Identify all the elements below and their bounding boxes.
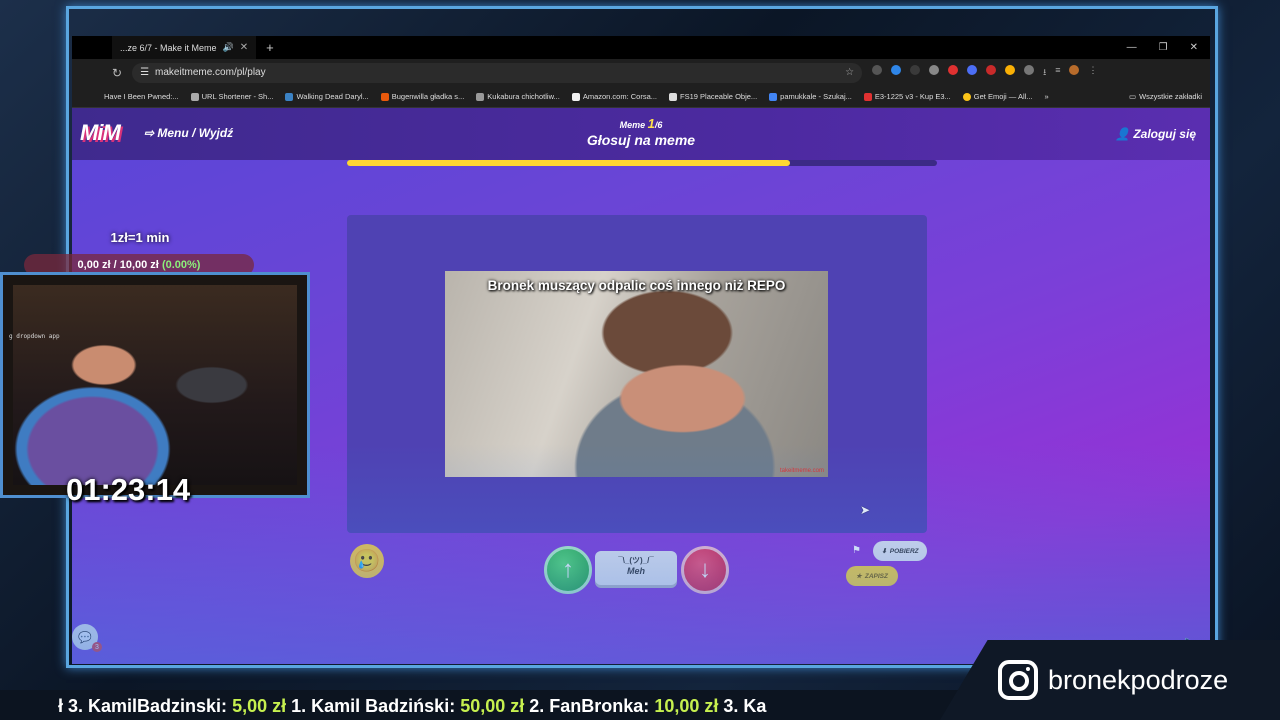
reload-icon[interactable]: ↻ (112, 66, 122, 80)
downvote-button[interactable]: ↓ (681, 546, 729, 594)
ticker-name: ł 3. KamilBadzinski: (58, 696, 228, 716)
webcam-image (13, 285, 297, 485)
bookmark[interactable]: FS19 Placeable Obje... (669, 92, 757, 101)
meme-image: Bronek muszący odpalic coś innego niż RE… (445, 271, 828, 477)
bookmark[interactable]: Walking Dead Daryl... (285, 92, 369, 101)
download-icon[interactable]: ⭳ (1043, 65, 1046, 81)
instagram-banner: bronekpodroze (940, 640, 1280, 720)
tab-make-it-meme[interactable]: ...ze 6/7 - Make it Meme 🔊 ✕ (112, 36, 257, 59)
puzzle-icon[interactable] (1024, 64, 1035, 75)
site-info-icon[interactable]: ☰ (140, 67, 149, 78)
star-icon: ★ (856, 573, 862, 580)
minimize-icon[interactable]: — (1127, 42, 1137, 53)
ticker-amount: 50,00 zł (460, 696, 525, 716)
meme-caption: Bronek muszący odpalic coś innego niż RE… (487, 278, 786, 293)
extension-icon[interactable] (910, 64, 921, 75)
emoji-reaction-button[interactable]: 🥲 (350, 544, 384, 578)
bookmark[interactable]: Bugenwilla gładka s... (380, 92, 464, 101)
bookmark[interactable]: Get Emoji — All... (962, 92, 1033, 101)
ticker-name: 2. FanBronka: (529, 696, 650, 716)
webcam-overlay-text: g dropdown app (9, 333, 60, 340)
speaker-icon: 🔊 (222, 42, 234, 52)
bookmark-star-icon[interactable]: ☆ (845, 67, 854, 78)
meme-counter: Meme 1/6 (619, 116, 663, 131)
extension-icon[interactable] (948, 64, 959, 75)
upvote-button[interactable]: ↑ (544, 546, 592, 594)
bookmarks-bar: Have I Been Pwned:... URL Shortener - Sh… (72, 86, 1210, 108)
meme-watermark: takeitmeme.com (779, 468, 824, 474)
ticker-amount: 5,00 zł (232, 696, 287, 716)
bookmark[interactable]: Amazon.com: Corsa... (571, 92, 657, 101)
arrow-down-icon: ↓ (699, 556, 711, 583)
address-bar[interactable]: ☰ makeitmeme.com/pl/play ☆ (132, 62, 863, 83)
media-icon[interactable]: ≡ (1055, 65, 1060, 81)
download-button[interactable]: ⬇ POBIERZ (873, 541, 927, 561)
site-header: MiM ⇨ Menu / Wyjdź Meme 1/6 Głosuj na me… (72, 108, 1210, 160)
new-tab-icon[interactable]: + (266, 40, 274, 55)
meh-button[interactable]: ¯\_(ツ)_/¯ Meh (595, 551, 677, 585)
smiling-face-icon: 🥲 (353, 548, 381, 573)
donation-percent: (0.00%) (161, 259, 201, 271)
extension-icon[interactable] (891, 64, 902, 75)
save-button[interactable]: ★ ZAPISZ (846, 566, 898, 586)
close-tab-icon[interactable]: ✕ (240, 42, 248, 53)
more-bookmarks-icon[interactable]: » (1045, 92, 1049, 101)
ticker-name: 3. Ka (723, 696, 767, 716)
extension-icon[interactable] (967, 64, 978, 75)
kebab-menu-icon[interactable]: ⋮ (1088, 65, 1097, 81)
close-window-icon[interactable]: ✕ (1190, 42, 1198, 53)
donation-rate: 1zł=1 min (110, 230, 170, 245)
donation-ticker: ł 3. KamilBadzinski: 5,00 zł 1. Kamil Ba… (0, 690, 1000, 720)
browser-toolbar: ↻ ☰ makeitmeme.com/pl/play ☆ ⭳ ≡ ⋮ (72, 59, 1210, 86)
bookmark[interactable]: Have I Been Pwned:... (104, 92, 179, 101)
webcam-feed: g dropdown app (0, 272, 310, 498)
maximize-icon[interactable]: ❐ (1159, 42, 1168, 53)
avatar[interactable] (1069, 64, 1080, 75)
all-bookmarks[interactable]: ▭ Wszystkie zakładki (1129, 92, 1210, 101)
instagram-handle: bronekpodroze (1048, 664, 1229, 695)
stream-timer: 01:23:14 (66, 472, 191, 507)
window-controls: — ❐ ✕ (1127, 42, 1210, 53)
user-icon: 👤 (1115, 127, 1134, 141)
ticker-name: 1. Kamil Badziński: (291, 696, 456, 716)
report-flag-icon[interactable]: ⚑ (852, 545, 861, 556)
login-link[interactable]: 👤 Zaloguj się (1115, 127, 1196, 141)
meh-label: Meh (627, 566, 645, 576)
tab-title: ...ze 6/7 - Make it Meme (120, 42, 217, 53)
chat-badge: 3 (92, 642, 102, 652)
ticker-amount: 10,00 zł (654, 696, 719, 716)
arrow-up-icon: ↑ (562, 556, 574, 583)
folder-icon: ▭ (1128, 92, 1137, 101)
chat-button[interactable]: 💬 3 (72, 624, 102, 652)
extension-icon[interactable] (929, 64, 940, 75)
bookmark[interactable]: E3-1225 v3 - Kup E3... (863, 92, 951, 101)
page-title: Głosuj na meme (586, 132, 696, 148)
bookmark[interactable]: Kukabura chichotliw... (476, 92, 560, 101)
shrug-face: ¯\_(ツ)_/¯ (618, 556, 654, 565)
url-text: makeitmeme.com/pl/play (155, 67, 266, 78)
round-info: Meme 1/6 Głosuj na meme (72, 116, 1210, 148)
tab-bar: ...ze 6/7 - Make it Meme 🔊 ✕ + — ❐ ✕ (72, 36, 1210, 59)
download-icon: ⬇ (881, 548, 887, 555)
extension-icon[interactable] (872, 64, 883, 75)
bookmark[interactable]: URL Shortener - Sh... (190, 92, 273, 101)
bookmark[interactable]: pamukkale - Szukaj... (769, 92, 852, 101)
progress-fill (347, 160, 790, 166)
donation-progress: 0,00 zł / 10,00 zł (77, 259, 159, 271)
extension-icon[interactable] (986, 64, 997, 75)
extension-icon[interactable] (1005, 64, 1016, 75)
instagram-icon (998, 660, 1038, 700)
extensions: ⭳ ≡ ⋮ (872, 64, 1097, 81)
round-progress-bar (347, 160, 937, 166)
meme-card: Bronek muszący odpalic coś innego niż RE… (347, 215, 927, 533)
chat-icon: 💬 (78, 631, 92, 644)
mouse-cursor-icon: ➤ (860, 503, 871, 517)
